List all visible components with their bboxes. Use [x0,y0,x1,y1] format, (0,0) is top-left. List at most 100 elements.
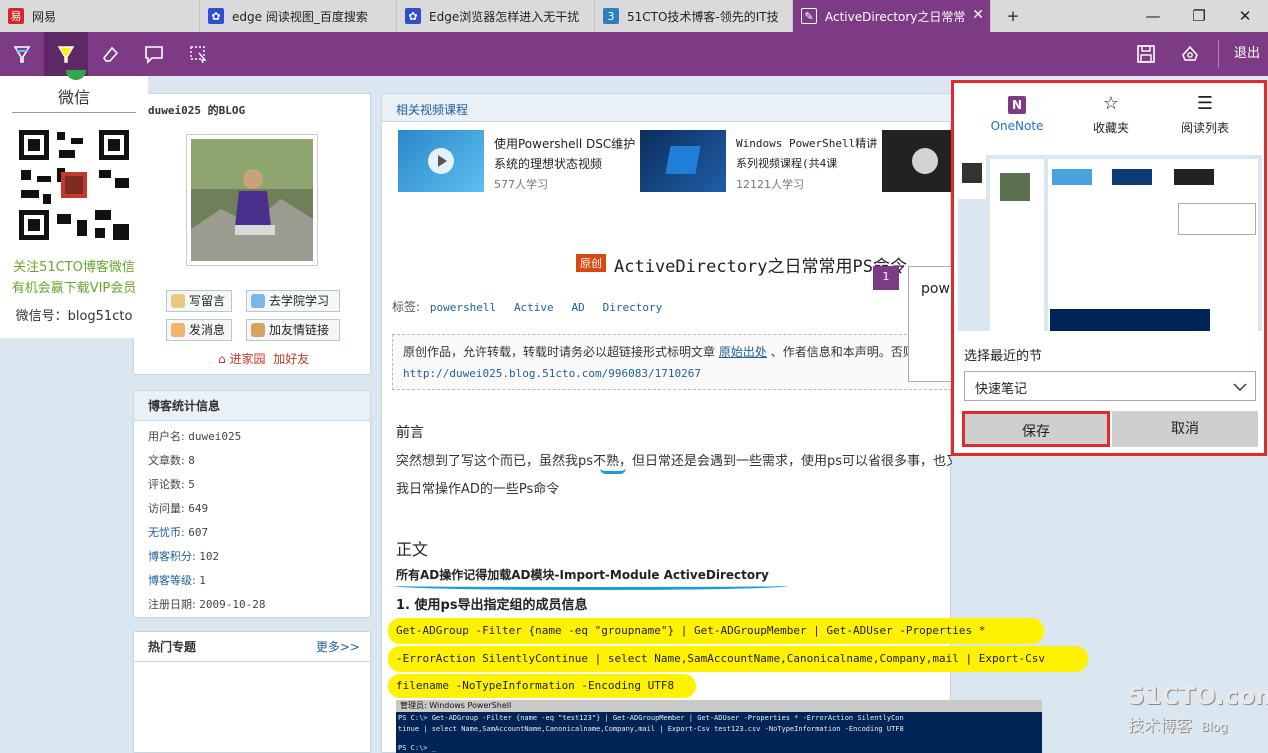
qr-wechat-id: 微信号：blog51cto [15,309,133,324]
courses-heading: 相关视频课程 [396,103,469,117]
ink-underline-mark [600,468,626,474]
play-icon [912,148,938,174]
stat-key: 文章数: [148,454,185,467]
exit-button[interactable]: 退出 [1234,32,1260,76]
preface-line1: 突然想到了写这个而已，虽然我ps不熟，但日常还是会遇到一些需求，使用ps可以省很… [396,454,952,469]
stat-row: 文章数: 8 [134,449,370,473]
stat-row: 注册日期: 2009-10-28 [134,593,370,617]
qr-code [13,124,135,246]
tab-bar: 易 网易 ✿ edge 阅读视图_百度搜索 ✿ Edge浏览器怎样进入无干扰 3… [0,0,1268,32]
course-learners: 12121人学习 [736,178,804,191]
course-thumbnail [640,130,726,192]
close-window-button[interactable]: ✕ [1222,0,1268,32]
baidu-paw-icon: ✿ [405,8,421,24]
stat-row: 访问量: 649 [134,497,370,521]
more-link[interactable]: 更多>> [316,632,360,662]
section-value: 快速笔记 [975,382,1028,397]
section-select[interactable]: 快速笔记 [964,371,1256,401]
eraser-icon [103,46,119,62]
pen-icon [13,46,31,63]
ps-line: tinue | select Name,SamAccountName,Canon… [398,725,904,733]
article-title: ActiveDirectory之日常常用PS命令 [614,257,907,277]
comment-badge[interactable]: 1 [873,266,899,290]
tab-label: 网易 [32,9,57,24]
go-academy-button[interactable]: 去学院学习 [246,290,340,312]
code-line: filename -NoTypeInformation -Encoding UT… [396,679,675,692]
close-tab-icon[interactable]: ✕ [972,7,984,23]
section-label: 选择最近的节 [964,349,1043,364]
stat-key-link[interactable]: 无忧币: [148,526,185,539]
ink-underline-mark [394,582,788,590]
tag-link[interactable]: powershell [430,301,496,314]
stats-panel: 博客统计信息 用户名: duwei025 文章数: 8 评论数: 5 访问量: … [133,390,371,618]
comment-tool-button[interactable] [132,32,176,76]
share-note-button[interactable] [1168,32,1212,76]
restore-button[interactable]: ❐ [1176,0,1222,32]
watermark-blog: Blog [1201,720,1228,734]
preview-article [1048,159,1258,331]
add-friend-link-button[interactable]: 加友情链接 [246,319,340,341]
stat-key: 访问量: [148,502,185,515]
stat-row: 博客积分: 102 [134,545,370,569]
stat-value: 607 [188,526,209,539]
tab-activedirectory[interactable]: ✎ ActiveDirectory之日常常 ✕ [793,0,991,32]
clip-tool-button[interactable] [176,32,220,76]
new-tab-button[interactable]: + [990,0,1036,32]
write-message-button[interactable]: 写留言 [166,290,232,312]
original-source-link[interactable]: 原始出处 [719,345,767,359]
course-card[interactable]: Windows PowerShell精讲系列视频课程(共4课 12121人学习 [640,130,877,192]
cancel-button[interactable]: 取消 [1112,411,1258,447]
tag-link[interactable]: Directory [603,301,663,314]
stat-value: 1 [199,574,206,587]
stat-row: 无忧币: 607 [134,521,370,545]
preview-qr [958,155,986,199]
article-url-link[interactable]: http://duwei025.blog.51cto.com/996083/17… [403,367,701,380]
notice-tail: 、作者信息和本声明。否则 [770,345,915,359]
add-friend-link[interactable]: 加好友 [273,352,309,366]
courses-header: 相关视频课程 [382,94,952,122]
tab-label: Edge浏览器怎样进入无干扰 [429,9,580,24]
save-note-button[interactable] [1124,32,1168,76]
tab-edge-article[interactable]: ✿ Edge浏览器怎样进入无干扰 [397,0,595,32]
tab-baidu-search[interactable]: ✿ edge 阅读视图_百度搜索 [200,0,397,32]
stat-key: 注册日期: [148,598,196,611]
qr-divider [12,112,136,113]
watermark-text: 技术博客 [1128,716,1193,735]
tab-51cto[interactable]: 3 51CTO技术博客-领先的IT技 [595,0,793,32]
ps-console: PS C:\> Get-ADGroup -Filter {name -eq "t… [396,712,1042,753]
stat-value: 5 [188,478,195,491]
course-card[interactable]: 使用Powershell DSC维护系统的理想状态视频 577人学习 [398,130,635,192]
module-note: 所有AD操作记得加载AD模块-Import-Module ActiveDirec… [396,568,769,582]
enter-home-link[interactable]: 进家园 [229,352,265,366]
stat-key-link[interactable]: 博客等级: [148,574,196,587]
tag-link[interactable]: AD [572,301,585,314]
minimize-button[interactable]: — [1130,0,1176,32]
button-label: 加友情链接 [269,323,330,337]
eraser-tool-button[interactable] [88,32,132,76]
tab-netease[interactable]: 易 网易 [0,0,200,32]
avatar [186,134,318,266]
copyright-notice: 原创作品，允许转载，转载时请务必以超链接形式标明文章 原始出处 、作者信息和本声… [392,334,952,390]
article-area: 相关视频课程 使用Powershell DSC维护系统的理想状态视频 577人学… [381,93,1088,753]
save-icon [1137,45,1155,63]
onenote-tab[interactable]: N OneNote [972,93,1062,133]
code-line: -ErrorAction SilentlyContinue | select N… [396,652,1046,665]
qr-promo-line1: 关注51CTO博客微信 [13,260,135,275]
tags-label: 标签: [392,300,421,314]
tag-link[interactable]: Active [514,301,554,314]
course-card[interactable] [882,130,952,192]
qr-title: 微信 [57,88,90,107]
watermark-line2: 技术博客 Blog [1128,712,1258,736]
page-preview-thumbnail [958,155,1262,331]
pen-tool-button[interactable] [0,32,44,76]
favorites-tab[interactable]: ☆ 收藏夹 [1066,93,1156,136]
save-button[interactable]: 保存 [962,411,1110,447]
stat-value: 2009-10-28 [199,598,266,611]
reading-list-tab[interactable]: ☰ 阅读列表 [1160,93,1250,136]
stat-row: 用户名: duwei025 [134,425,370,449]
send-message-button[interactable]: 发消息 [166,319,232,341]
stat-key-link[interactable]: 博客积分: [148,550,196,563]
ps-window-title: 管理员: Windows PowerShell [400,701,512,710]
step-1: 1. 使用ps导出指定组的成员信息 [396,598,588,613]
course-thumbnail [882,130,952,192]
